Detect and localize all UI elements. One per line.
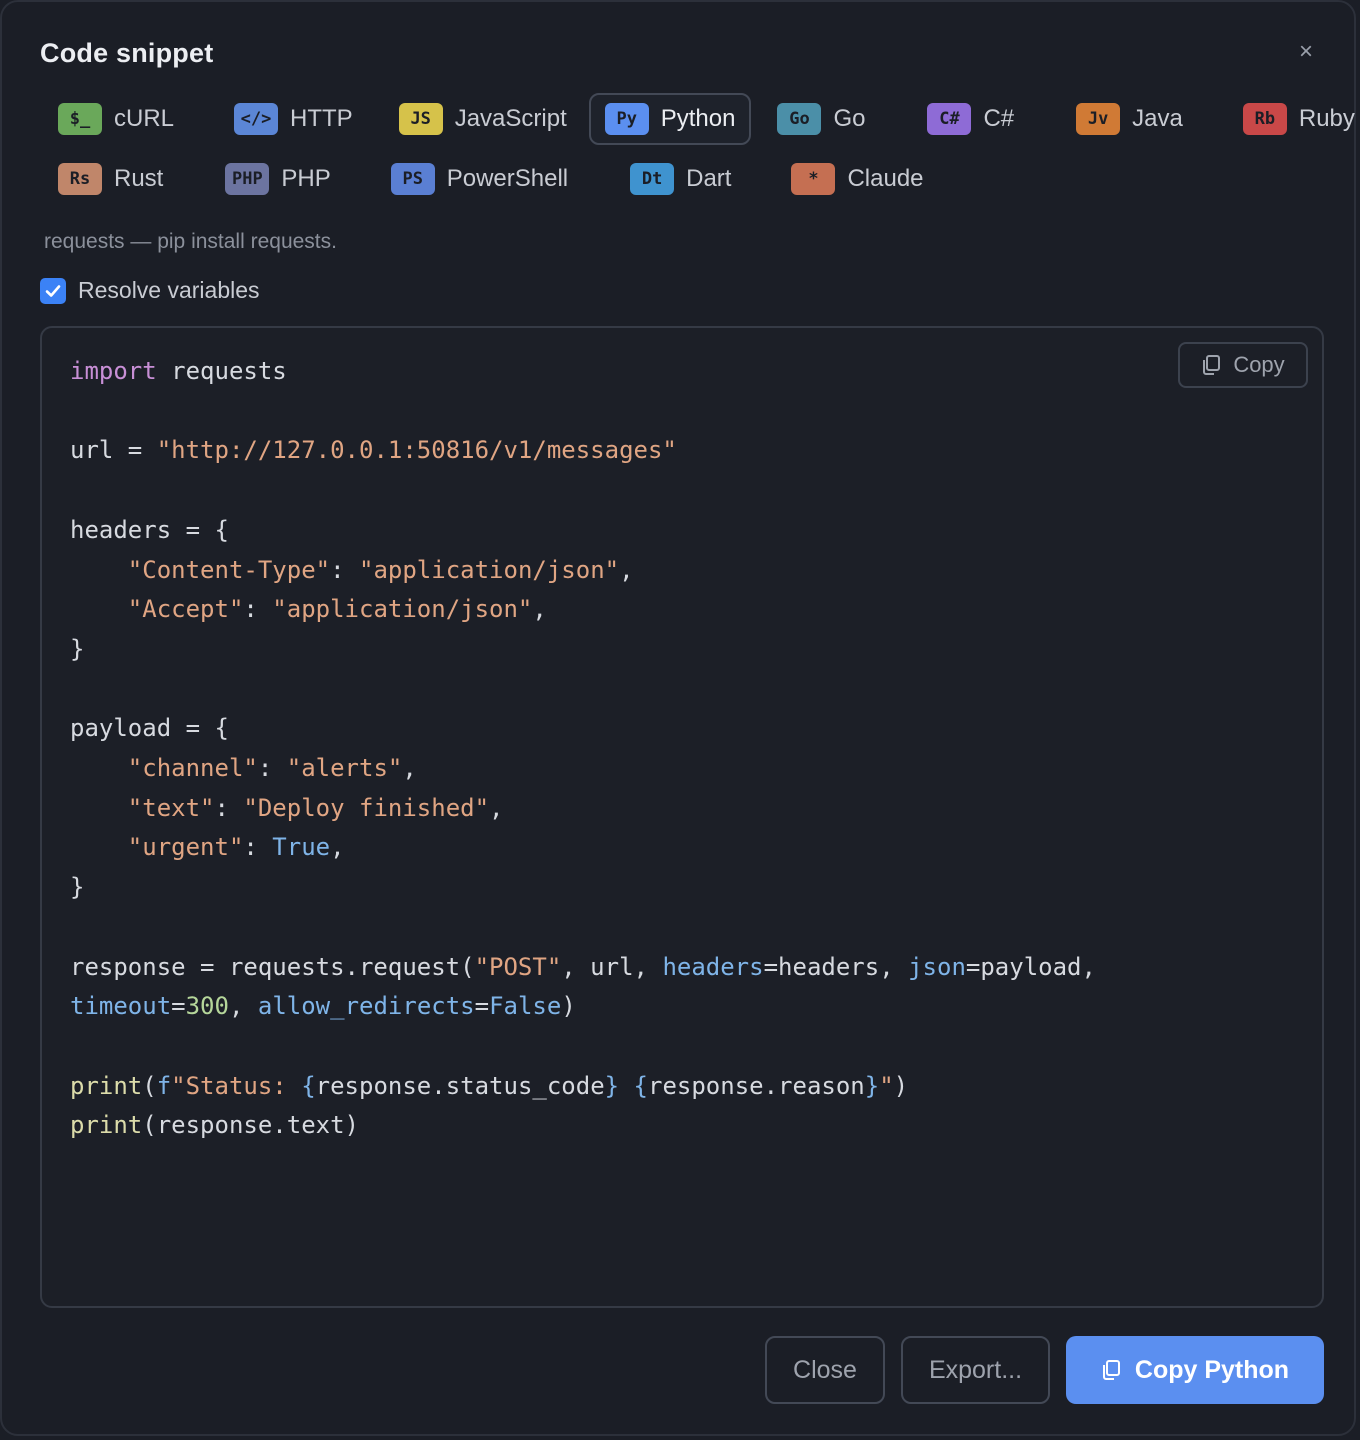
resolve-variables-toggle[interactable]: Resolve variables [40, 277, 260, 304]
tab-curl[interactable]: $_ cURL [42, 93, 190, 145]
tab-python[interactable]: Py Python [588, 93, 752, 145]
tab-java[interactable]: Jv Java [1060, 93, 1199, 145]
code-snippet-dialog: Code snippet × $_ cURL </> HTTP JS JavaScript… [0, 0, 1356, 1436]
language-badge-icon: * [791, 163, 836, 195]
language-badge-icon: $_ [58, 103, 102, 135]
tab-claude[interactable]: * Claude [775, 153, 939, 205]
close-button-label: Close [793, 1355, 857, 1384]
language-badge-icon: PHP [225, 163, 270, 195]
tab-label: PowerShell [446, 165, 569, 192]
tab-label: PHP [281, 165, 331, 192]
language-badge-icon: JS [398, 103, 443, 135]
tab-label: Java [1132, 105, 1183, 132]
resolve-variables-checkbox[interactable] [40, 277, 66, 304]
tab-javascript[interactable]: JS JavaScript [383, 93, 583, 145]
tab-label: Ruby [1298, 105, 1355, 132]
checkmark-icon [45, 284, 61, 297]
language-badge-icon: Jv [1076, 103, 1121, 135]
copy-python-label: Copy Python [1134, 1355, 1290, 1384]
copy-icon [1203, 355, 1221, 375]
copy-python-button[interactable]: Copy Python [1066, 1336, 1324, 1404]
code-text: import requests url = "http://127.0.0.1:… [70, 357, 1096, 1140]
copy-icon [1102, 1360, 1120, 1380]
tab-php[interactable]: PHP PHP [209, 153, 346, 205]
tab-label: Python [660, 105, 736, 132]
language-badge-icon: Rs [58, 163, 102, 195]
close-icon[interactable]: × [1292, 38, 1320, 66]
language-badge-icon: C# [927, 103, 972, 135]
tab-label: Claude [847, 165, 924, 192]
tab-c[interactable]: C# C# [911, 93, 1030, 145]
language-badge-icon: Py [604, 103, 649, 135]
tab-label: HTTP [290, 105, 353, 132]
copy-code-label: Copy [1233, 352, 1285, 377]
close-button[interactable]: Close [765, 1336, 885, 1404]
dialog-title: Code snippet [40, 38, 214, 68]
tab-dart[interactable]: Dt Dart [614, 153, 747, 205]
tab-label: Dart [686, 165, 732, 192]
export-button-label: Export... [928, 1355, 1023, 1384]
language-badge-icon: Rb [1242, 103, 1287, 135]
language-badge-icon: Dt [630, 163, 675, 195]
tab-label: Rust [114, 165, 164, 192]
tab-http[interactable]: </> HTTP [218, 93, 369, 145]
resolve-variables-label: Resolve variables [78, 277, 260, 303]
tab-go[interactable]: Go Go [761, 93, 881, 145]
language-badge-icon: PS [390, 163, 435, 195]
language-badge-icon: Go [777, 103, 822, 135]
language-badge-icon: </> [234, 103, 279, 135]
language-tabs-row-1: $_ cURL </> HTTP JS JavaScript Py Python Go Go C# C… [42, 93, 1360, 145]
tab-label: Go [833, 105, 866, 132]
tab-label: JavaScript [454, 105, 567, 132]
code-block: Copy import requests url = "http://127.0… [40, 326, 1324, 1308]
language-tabs-row-2: Rs Rust PHP PHP PS PowerShell Dt Dart * Claude [42, 153, 946, 205]
tab-label: C# [983, 105, 1015, 132]
install-hint: requests — pip install requests. [44, 230, 337, 253]
tab-rust[interactable]: Rs Rust [42, 153, 179, 205]
tab-ruby[interactable]: Rb Ruby [1227, 93, 1360, 145]
tab-label: cURL [114, 105, 175, 132]
copy-code-button[interactable]: Copy [1178, 342, 1308, 388]
tab-powershell[interactable]: PS PowerShell [375, 153, 584, 205]
export-button[interactable]: Export... [901, 1336, 1050, 1404]
